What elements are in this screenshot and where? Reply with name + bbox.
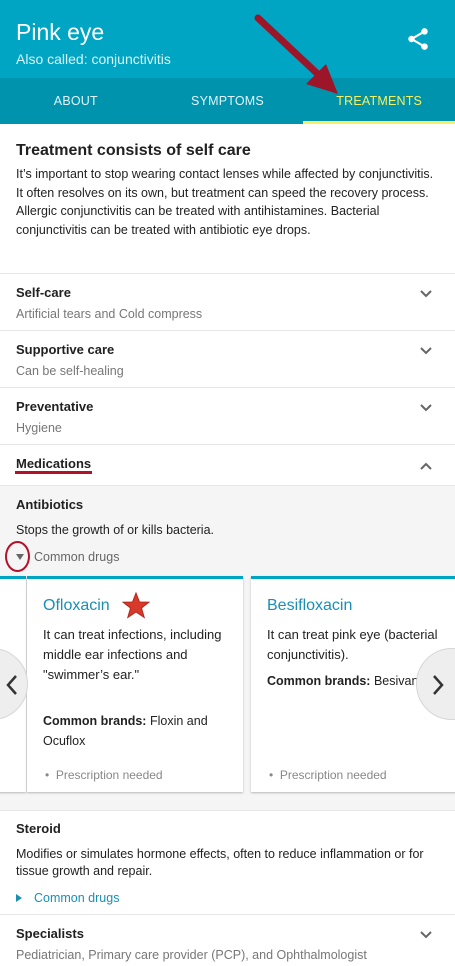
- section-subtitle: Artificial tears and Cold compress: [16, 307, 203, 321]
- steroid-title: Steroid: [16, 821, 61, 836]
- drug-description: It can treat infections, including middl…: [43, 627, 222, 682]
- section-title: Medications: [16, 456, 92, 471]
- chevron-up-icon[interactable]: [418, 458, 434, 474]
- prescription-note: • Prescription needed: [269, 768, 387, 782]
- triangle-down-icon: [16, 554, 24, 560]
- chevron-down-icon[interactable]: [418, 400, 434, 416]
- section-subtitle: Can be self-healing: [16, 364, 124, 378]
- section-preventative[interactable]: Preventative Hygiene: [0, 387, 455, 444]
- tab-symptoms[interactable]: SYMPTOMS: [152, 78, 304, 124]
- chevron-left-icon: [6, 675, 17, 695]
- drug-name[interactable]: Ofloxacin: [43, 597, 110, 615]
- drug-name[interactable]: Besifloxacin: [267, 597, 352, 615]
- section-title: Self-care: [16, 285, 71, 300]
- steroid-section: Steroid Modifies or simulates hormone ef…: [0, 810, 455, 914]
- common-drugs-toggle[interactable]: Common drugs: [10, 544, 119, 570]
- section-title: Preventative: [16, 399, 94, 414]
- page-subtitle: Also called: conjunctivitis: [16, 51, 171, 67]
- prescription-note: • Prescription needed: [45, 768, 163, 782]
- antibiotics-description: Stops the growth of or kills bacteria.: [16, 523, 215, 537]
- section-self-care[interactable]: Self-care Artificial tears and Cold comp…: [0, 273, 455, 330]
- treatment-intro: Treatment consists of self care It’s imp…: [0, 124, 455, 239]
- section-title: Supportive care: [16, 342, 115, 357]
- star-icon: [122, 592, 150, 619]
- section-specialists[interactable]: Specialists Pediatrician, Primary care p…: [0, 914, 455, 966]
- tab-about[interactable]: ABOUT: [0, 78, 152, 124]
- intro-text: It’s important to stop wearing contact l…: [16, 167, 434, 237]
- share-icon[interactable]: [405, 26, 431, 52]
- section-title: Specialists: [16, 926, 84, 941]
- chevron-down-icon[interactable]: [418, 343, 434, 359]
- app-header: Pink eye Also called: conjunctivitis: [0, 0, 455, 78]
- page-title: Pink eye: [16, 19, 105, 45]
- chevron-down-icon[interactable]: [418, 286, 434, 302]
- tab-treatments[interactable]: TREATMENTS: [303, 78, 455, 124]
- tab-bar: ABOUT SYMPTOMS TREATMENTS: [0, 78, 455, 124]
- antibiotics-title: Antibiotics: [16, 497, 84, 512]
- section-subtitle: Hygiene: [16, 421, 62, 435]
- medications-panel: Antibiotics Stops the growth of or kills…: [0, 485, 455, 810]
- common-drugs-label: Common drugs: [34, 550, 120, 564]
- common-drugs-label: Common drugs: [34, 891, 120, 905]
- steroid-common-drugs-toggle[interactable]: Common drugs: [16, 891, 119, 905]
- section-medications[interactable]: Medications: [0, 444, 455, 485]
- chevron-right-icon: [433, 675, 444, 695]
- triangle-right-icon: [16, 894, 22, 902]
- annotation-underline: [15, 471, 92, 474]
- drug-carousel: Ofloxacin It can treat infections, inclu…: [0, 574, 455, 796]
- drug-card[interactable]: Ofloxacin It can treat infections, inclu…: [27, 576, 243, 792]
- chevron-down-icon[interactable]: [418, 927, 434, 943]
- steroid-description: Modifies or simulates hormone effects, o…: [16, 847, 424, 878]
- section-subtitle: Pediatrician, Primary care provider (PCP…: [16, 948, 367, 962]
- intro-heading: Treatment consists of self care: [16, 142, 251, 159]
- section-supportive-care[interactable]: Supportive care Can be self-healing: [0, 330, 455, 387]
- drug-brands: Common brands: Floxin and Ocuflox: [43, 714, 208, 748]
